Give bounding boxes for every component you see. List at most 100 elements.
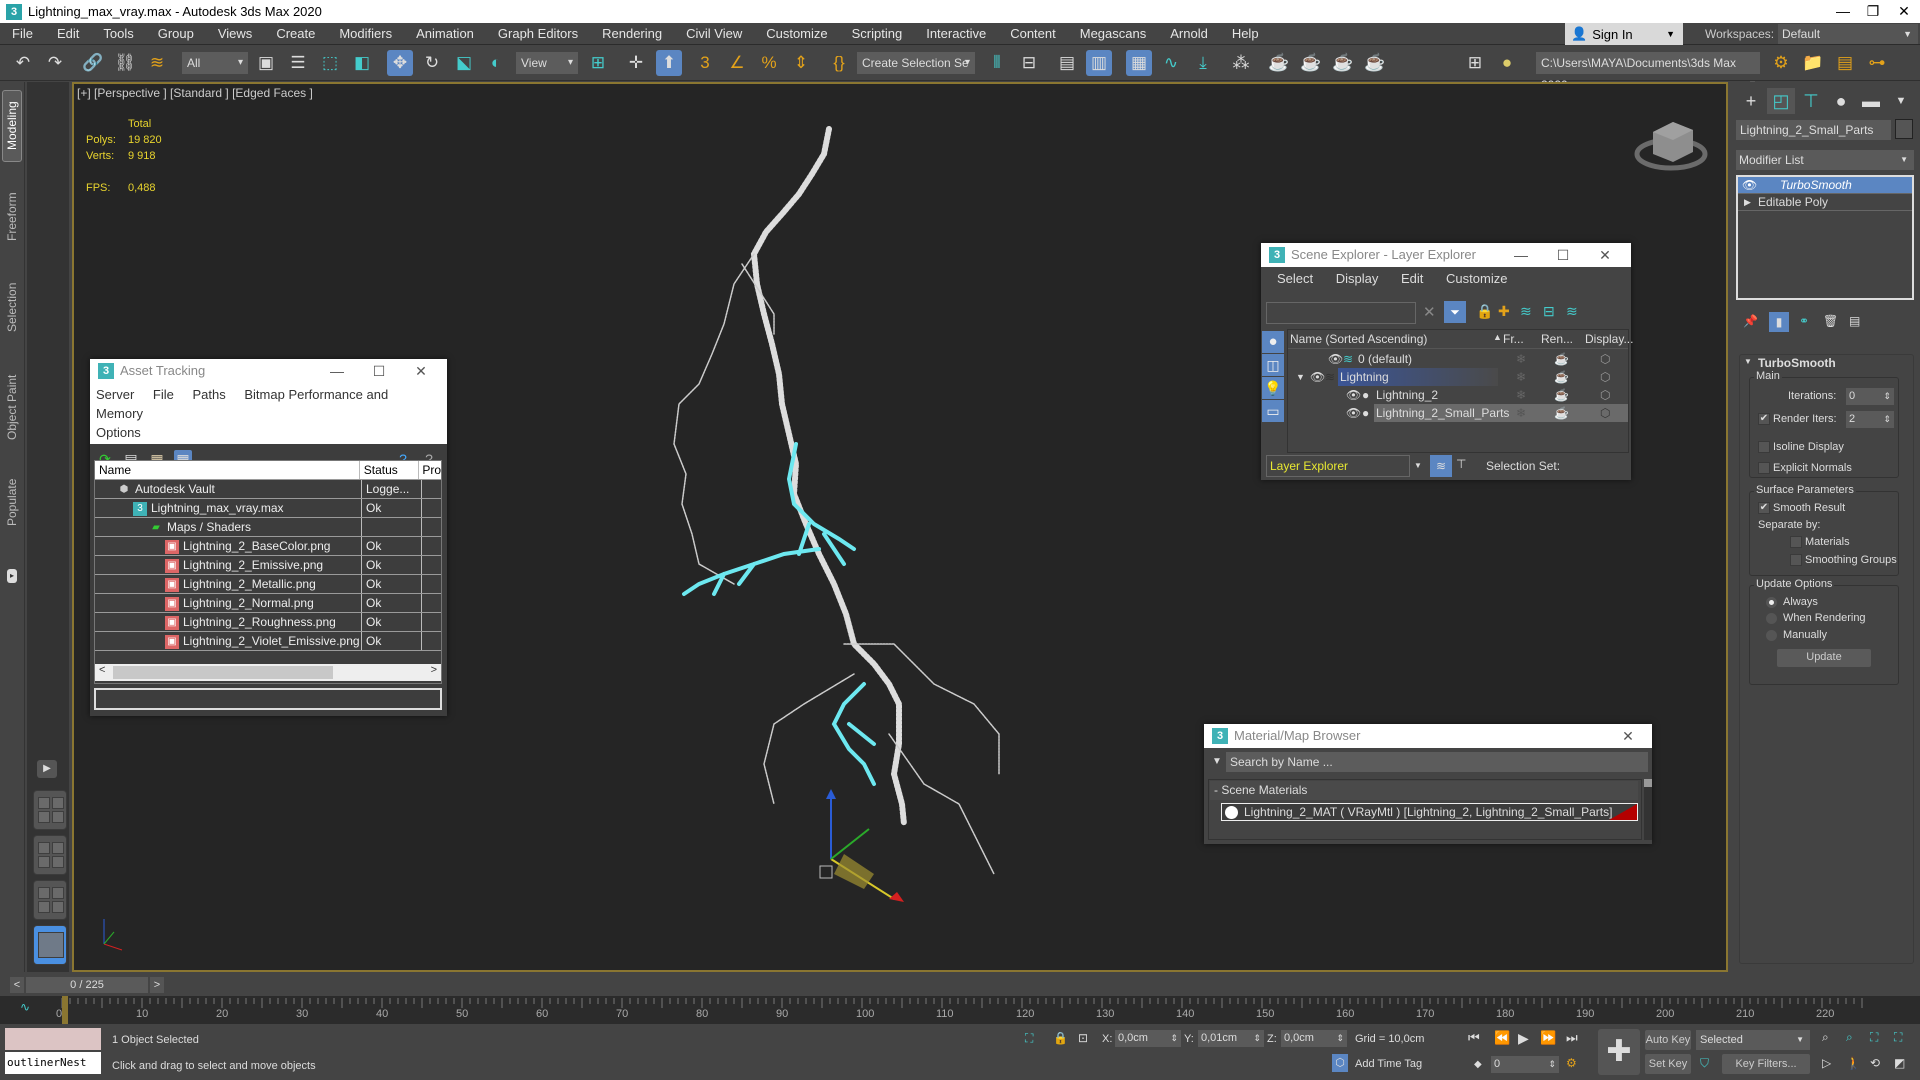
- column-renderable[interactable]: Ren...: [1541, 332, 1573, 346]
- table-row[interactable]: ▣ Lightning_2_Normal.png Ok: [95, 594, 441, 613]
- select-and-rotate-icon[interactable]: ↻: [419, 50, 445, 76]
- rectangular-selection-icon[interactable]: ⬚: [317, 50, 343, 76]
- configure-sets-icon[interactable]: ▤: [1849, 314, 1860, 328]
- time-slider-thumb[interactable]: 0 / 225: [26, 977, 148, 993]
- scene-explorer-icon[interactable]: ▤: [1054, 50, 1080, 76]
- edit-named-selection-icon[interactable]: {}: [826, 50, 852, 76]
- rendered-frame-window-icon[interactable]: ☕: [1298, 50, 1324, 76]
- select-and-move-icon[interactable]: ✥: [387, 50, 413, 76]
- renderable-teapot-icon[interactable]: ☕: [1554, 386, 1569, 404]
- field-of-view-icon[interactable]: ▷: [1822, 1056, 1831, 1070]
- project-settings-icon[interactable]: ⚙: [1768, 50, 1794, 76]
- visibility-eye-icon[interactable]: 👁: [1346, 386, 1361, 404]
- eye-icon[interactable]: 👁: [1742, 177, 1757, 194]
- material-search-input[interactable]: Search by Name ...: [1226, 752, 1648, 772]
- hierarchy-mode-icon[interactable]: ⊤: [1456, 457, 1466, 471]
- menu-arnold[interactable]: Arnold: [1158, 26, 1220, 41]
- key-filters-icon[interactable]: ⛉: [1700, 1056, 1709, 1071]
- material-item[interactable]: Lightning_2_MAT ( VRayMtl ) [Lightning_2…: [1221, 803, 1638, 821]
- reference-coordinate-dropdown[interactable]: View: [516, 52, 578, 74]
- maximize-button[interactable]: ❐: [1858, 0, 1888, 23]
- select-by-name-icon[interactable]: ☰: [285, 50, 311, 76]
- sign-in-dropdown[interactable]: 👤 Sign In ▼: [1565, 23, 1683, 45]
- column-name[interactable]: Name: [95, 461, 360, 479]
- selection-lock-icon[interactable]: 🔒: [1053, 1031, 1068, 1045]
- angle-snap-icon[interactable]: ∠: [724, 50, 750, 76]
- close-button[interactable]: ✕: [401, 359, 441, 383]
- scene-search-input[interactable]: [1266, 302, 1416, 324]
- collapse-triangle-icon[interactable]: ▼: [1744, 357, 1752, 366]
- materials-checkbox[interactable]: [1790, 536, 1802, 549]
- stack-item-editable-poly[interactable]: ▶ Editable Poly: [1738, 194, 1912, 211]
- minimize-button[interactable]: —: [1501, 243, 1541, 267]
- menu-megascans[interactable]: Megascans: [1068, 26, 1158, 41]
- menu-rendering[interactable]: Rendering: [590, 26, 674, 41]
- current-frame-marker[interactable]: [62, 996, 68, 1024]
- align-icon[interactable]: ⊟: [1016, 50, 1042, 76]
- select-and-place-icon[interactable]: ◐: [483, 50, 509, 76]
- material-editor-icon[interactable]: ⁂: [1228, 50, 1254, 76]
- renderable-teapot-icon[interactable]: ☕: [1554, 350, 1569, 368]
- render-iters-checkbox[interactable]: ✔: [1758, 413, 1770, 426]
- menu-views[interactable]: Views: [206, 26, 264, 41]
- update-button[interactable]: Update: [1777, 649, 1871, 667]
- zoom-extents-all-icon[interactable]: ⛶: [1894, 1030, 1902, 1045]
- next-frame-icon[interactable]: >: [150, 977, 164, 993]
- menu-civil-view[interactable]: Civil View: [674, 26, 754, 41]
- scroll-left-icon[interactable]: <: [99, 664, 105, 676]
- viewport-layout-2[interactable]: [33, 835, 67, 875]
- freeze-icon[interactable]: ❄: [1516, 404, 1526, 422]
- time-tag-icon[interactable]: ⬡: [1332, 1054, 1348, 1072]
- maxscript-listener-mini[interactable]: [5, 1028, 101, 1050]
- modify-tab-icon[interactable]: ◰: [1767, 88, 1795, 114]
- menu-interactive[interactable]: Interactive: [914, 26, 998, 41]
- previous-frame-icon[interactable]: ⏪: [1494, 1030, 1510, 1046]
- object-name-field[interactable]: Lightning_2_Small_Parts: [1736, 120, 1891, 140]
- viewport-label-menu[interactable]: [+] [Perspective ] [Standard ] [Edged Fa…: [77, 86, 313, 100]
- maximize-button[interactable]: ☐: [1543, 243, 1583, 267]
- hierarchy-icon[interactable]: ⊟: [1543, 303, 1555, 320]
- display-box-icon[interactable]: ⬡: [1600, 368, 1610, 386]
- add-time-tag-button[interactable]: Add Time Tag: [1355, 1058, 1422, 1070]
- rollout-title[interactable]: TurboSmooth: [1758, 356, 1836, 370]
- close-button[interactable]: ✕: [1585, 243, 1625, 267]
- motion-tab-icon[interactable]: ●: [1827, 88, 1855, 114]
- z-coordinate-field[interactable]: 0,0cm: [1281, 1030, 1347, 1047]
- select-and-scale-icon[interactable]: ⬕: [451, 50, 477, 76]
- next-frame-icon[interactable]: ⏩: [1540, 1030, 1556, 1046]
- redo-icon[interactable]: ↷: [42, 50, 68, 76]
- scrollbar-thumb[interactable]: [113, 666, 333, 679]
- menu-file[interactable]: File: [0, 26, 45, 41]
- display-box-icon[interactable]: ⬡: [1600, 350, 1610, 368]
- update-when-rendering-radio[interactable]: [1766, 612, 1777, 624]
- explorer-type-dropdown[interactable]: Layer Explorer: [1266, 455, 1410, 477]
- smooth-result-checkbox[interactable]: ✔: [1758, 502, 1770, 515]
- menu-paths[interactable]: Paths: [193, 387, 226, 402]
- maximize-button[interactable]: ☐: [359, 359, 399, 383]
- ribbon-expand-icon[interactable]: ▸: [7, 569, 17, 583]
- layer-explorer-icon[interactable]: ▥: [1086, 50, 1112, 76]
- display-box-icon[interactable]: ⬡: [1600, 404, 1610, 422]
- pivot-center-icon[interactable]: ⊞: [585, 50, 611, 76]
- render-iterative-icon[interactable]: ☕: [1362, 50, 1388, 76]
- display-geometry-icon[interactable]: ●: [1262, 331, 1284, 353]
- bind-space-warp-icon[interactable]: ≋: [144, 50, 170, 76]
- tab-freeform[interactable]: Freeform: [2, 182, 22, 252]
- scene-explorer-titlebar[interactable]: 3 Scene Explorer - Layer Explorer — ☐ ✕: [1261, 243, 1631, 267]
- zoom-all-icon[interactable]: ⌕: [1846, 1030, 1853, 1045]
- remove-modifier-icon[interactable]: 🗑: [1823, 314, 1838, 328]
- expand-layouts-button[interactable]: ▶: [37, 760, 57, 778]
- display-tab-icon[interactable]: ▬: [1857, 88, 1885, 114]
- snaps-toggle-icon[interactable]: 3: [692, 50, 718, 76]
- layer-mode-icon[interactable]: ≋: [1430, 455, 1452, 477]
- viewport-layout-1[interactable]: [33, 790, 67, 830]
- menu-help[interactable]: Help: [1220, 26, 1271, 41]
- column-display[interactable]: Display...: [1585, 332, 1633, 346]
- key-filters-button[interactable]: Key Filters...: [1722, 1054, 1810, 1074]
- table-row[interactable]: 3 Lightning_max_vray.max Ok: [95, 499, 441, 518]
- freeze-icon[interactable]: ❄: [1516, 368, 1526, 386]
- menu-edit[interactable]: Edit: [1401, 271, 1423, 286]
- viewport-layout-3[interactable]: [33, 880, 67, 920]
- visibility-eye-icon[interactable]: 👁: [1310, 368, 1325, 386]
- track-bar[interactable]: ∿ 0 10 20 30 40 50 60 70 80 90 100 110 120 130 140 150 1…: [0, 996, 1920, 1024]
